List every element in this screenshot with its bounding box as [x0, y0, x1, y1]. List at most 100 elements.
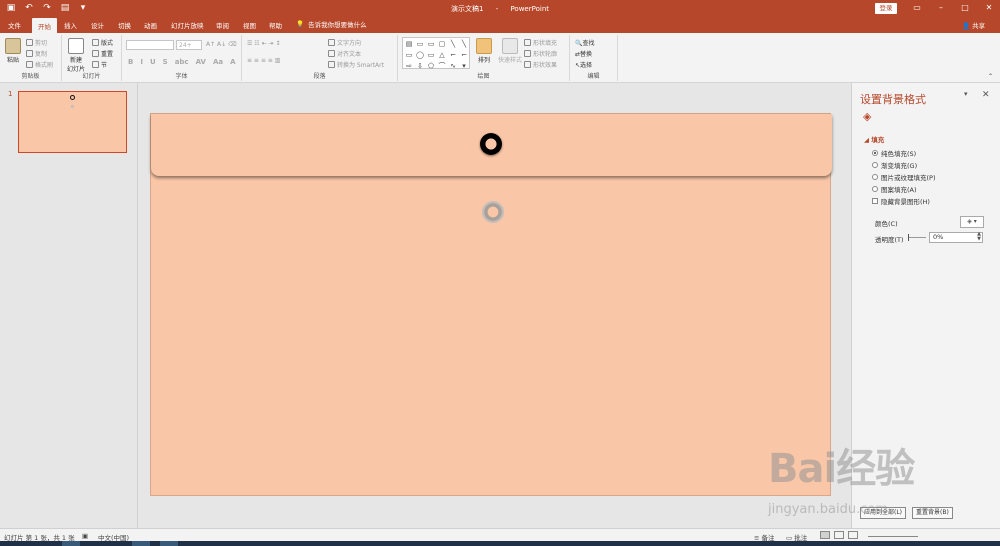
tab-review[interactable]: 审阅 [216, 20, 229, 30]
reset-background-button[interactable]: 重置背景(B) [912, 507, 953, 519]
italic-button[interactable]: I [140, 58, 143, 66]
rect3-icon[interactable]: ▢ [437, 39, 447, 49]
curve-icon[interactable]: ∿ [448, 61, 458, 71]
copy-button[interactable]: 复制 [26, 49, 47, 58]
solid-fill-option[interactable]: 纯色填充(S) [872, 148, 916, 158]
rectangle-icon[interactable]: ▭ [415, 39, 425, 49]
shadow-button[interactable]: abc [175, 58, 189, 66]
oval-icon[interactable]: ◯ [415, 50, 425, 60]
shape-fill-button[interactable]: 形状填充 [524, 38, 557, 47]
list-buttons-icon[interactable]: ☰ ☷ ⇤ ⇥ ↕ [247, 40, 280, 47]
rect5-icon[interactable]: ▭ [426, 50, 436, 60]
connector-icon[interactable]: ⌐ [448, 50, 458, 60]
tab-animations[interactable]: 动画 [144, 20, 157, 30]
spellcheck-icon[interactable]: ▣ [82, 532, 88, 540]
pattern-fill-option[interactable]: 图案填充(A) [872, 184, 917, 194]
radio-solid-fill[interactable] [872, 150, 878, 156]
tab-design[interactable]: 设计 [91, 20, 104, 30]
tab-help[interactable]: 帮助 [269, 20, 282, 30]
underline-button[interactable]: U [150, 58, 156, 66]
new-slide-button[interactable]: 新建 幻灯片 [64, 38, 88, 73]
line-icon[interactable]: ╲ [448, 39, 458, 49]
arrange-button[interactable]: 排列 [474, 38, 494, 64]
shapes-gallery[interactable]: ▤ ▭ ▭ ▢ ╲ ╲ ▭ ◯ ▭ △ ⌐ ⌐ ⇨ ⇩ ⬠ ⌒ ∿ ▾ [402, 37, 470, 71]
spin-arrows-icon[interactable]: ▲ ▼ [977, 232, 981, 242]
fill-section-header[interactable]: ◢ 填充 [864, 134, 884, 144]
fill-bucket-icon[interactable]: ◈ [863, 110, 871, 123]
text-direction-button[interactable]: 文字方向 [328, 38, 361, 47]
tab-transitions[interactable]: 切换 [118, 20, 131, 30]
envelope-button-top[interactable] [480, 133, 502, 155]
paste-button[interactable]: 粘贴 [3, 38, 23, 64]
color-picker-button[interactable]: ◈ ▾ [960, 216, 984, 228]
smartart-button[interactable]: 转换为 SmartArt [328, 60, 384, 69]
font-color-button[interactable]: A [230, 58, 235, 66]
slide-thumbnail[interactable] [18, 91, 127, 153]
align-text-button[interactable]: 对齐文本 [328, 49, 361, 58]
taskbar-app-icon[interactable] [132, 541, 150, 546]
pentagon-icon[interactable]: ⬠ [426, 61, 436, 71]
gradient-fill-option[interactable]: 渐变填充(G) [872, 160, 917, 170]
transparency-input[interactable]: 0% ▲ ▼ [929, 232, 983, 243]
share-button[interactable]: 👤 共享 [962, 20, 985, 30]
radio-picture-fill[interactable] [872, 174, 878, 180]
cut-button[interactable]: 剪切 [26, 38, 47, 47]
hide-background-checkbox[interactable] [872, 198, 878, 204]
ribbon-options-icon[interactable]: ▭ [905, 2, 929, 14]
more-shapes-icon[interactable]: ▾ [459, 61, 469, 71]
taskbar-app-icon[interactable] [62, 541, 80, 546]
envelope-button-bottom[interactable] [482, 201, 504, 223]
format-painter-button[interactable]: 格式刷 [26, 60, 53, 69]
spacing-button[interactable]: AV [196, 58, 206, 66]
bracket-icon[interactable]: ⌒ [437, 61, 447, 71]
align-buttons-icon[interactable]: ≡ ≡ ≡ ≡ ▥ [247, 57, 280, 64]
tab-file[interactable]: 文件 [8, 20, 21, 30]
font-size-combo[interactable]: 24+ [176, 40, 202, 50]
replace-button[interactable]: ⇄替换 [575, 49, 592, 58]
shape-outline-button[interactable]: 形状轮廓 [524, 49, 557, 58]
find-button[interactable]: 🔍查找 [575, 38, 595, 47]
transparency-slider[interactable] [908, 234, 926, 241]
change-case-button[interactable]: Aa [213, 58, 223, 66]
tab-view[interactable]: 视图 [243, 20, 256, 30]
layout-button[interactable]: 版式 [92, 38, 113, 47]
reset-button[interactable]: 重置 [92, 49, 113, 58]
tab-slideshow[interactable]: 幻灯片放映 [171, 20, 204, 30]
select-button[interactable]: ↖选择 [575, 60, 592, 69]
bold-button[interactable]: B [128, 58, 133, 66]
reading-view-icon[interactable] [848, 531, 858, 539]
arrow-down-icon[interactable]: ⇩ [415, 61, 425, 71]
grow-font-icon[interactable]: A↑ A↓ ⌫ [206, 41, 237, 48]
connector2-icon[interactable]: ⌐ [459, 50, 469, 60]
rect2-icon[interactable]: ▭ [426, 39, 436, 49]
maximize-icon[interactable]: □ [953, 2, 977, 14]
pane-options-icon[interactable]: ▾ [964, 90, 968, 98]
slide[interactable] [150, 113, 832, 496]
tab-home[interactable]: 开始 [32, 18, 57, 33]
textbox-icon[interactable]: ▤ [404, 39, 414, 49]
arrow-right-icon[interactable]: ⇨ [404, 61, 414, 71]
login-button[interactable]: 登录 [875, 3, 897, 14]
tell-me-box[interactable]: 💡 告诉我你想要做什么 [296, 19, 367, 29]
hide-background-option[interactable]: 隐藏背景图形(H) [872, 196, 930, 206]
picture-fill-option[interactable]: 图片或纹理填充(P) [872, 172, 936, 182]
zoom-slider[interactable] [868, 536, 918, 537]
font-name-combo[interactable] [126, 40, 174, 50]
sorter-view-icon[interactable] [834, 531, 844, 539]
rect4-icon[interactable]: ▭ [404, 50, 414, 60]
shape-effects-button[interactable]: 形状效果 [524, 60, 557, 69]
tab-insert[interactable]: 插入 [64, 20, 77, 30]
radio-gradient-fill[interactable] [872, 162, 878, 168]
triangle-icon[interactable]: △ [437, 50, 447, 60]
close-icon[interactable]: ✕ [977, 2, 1000, 14]
quick-styles-button[interactable]: 快速样式 [498, 38, 522, 64]
collapse-ribbon-icon[interactable]: ⌃ [988, 73, 993, 80]
normal-view-icon[interactable] [820, 531, 830, 539]
minimize-icon[interactable]: – [929, 2, 953, 14]
line2-icon[interactable]: ╲ [459, 39, 469, 49]
radio-pattern-fill[interactable] [872, 186, 878, 192]
close-icon[interactable]: ✕ [982, 90, 990, 100]
taskbar-app-icon[interactable] [160, 541, 178, 546]
section-button[interactable]: 节 [92, 60, 107, 69]
strikethrough-button[interactable]: S [163, 58, 168, 66]
